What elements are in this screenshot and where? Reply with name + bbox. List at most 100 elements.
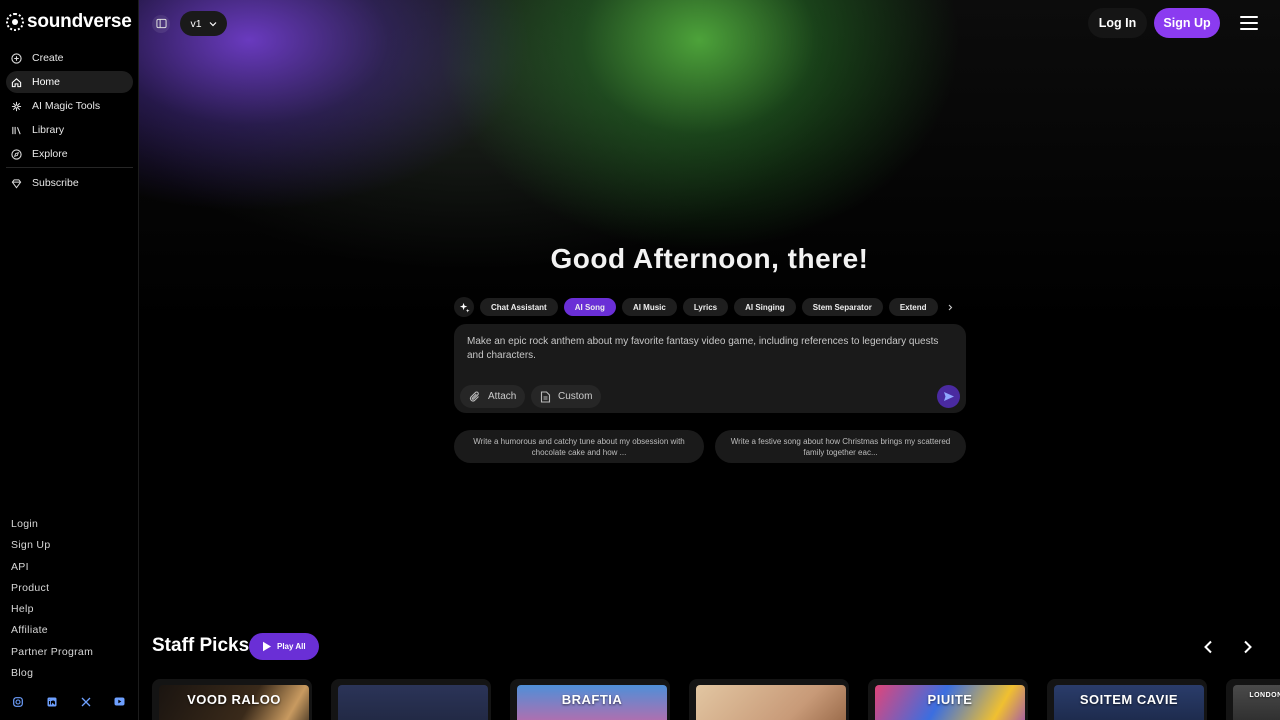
version-label: v1 <box>190 17 202 30</box>
document-icon <box>540 390 551 403</box>
youtube-icon[interactable] <box>114 696 125 707</box>
footer-link-affiliate[interactable]: Affiliate <box>11 623 93 644</box>
footer-link-product[interactable]: Product <box>11 581 93 602</box>
social-links <box>12 696 125 707</box>
staff-picks-carousel: VOOD RALOO BRAFTIA PIUITE SOITEM CAVIE L… <box>152 679 1280 720</box>
play-icon <box>263 641 271 652</box>
chevron-down-icon <box>209 21 216 26</box>
chevron-right-icon <box>948 304 953 310</box>
play-all-label: Play All <box>277 642 306 651</box>
sidebar-item-label: Create <box>32 52 64 64</box>
topbar-right: Log In Sign Up <box>1088 8 1266 38</box>
footer-link-signup[interactable]: Sign Up <box>11 538 93 559</box>
suggestion-card-2[interactable]: Write a festive song about how Christmas… <box>715 430 966 463</box>
staff-pick-card[interactable]: PIUITE <box>868 679 1028 720</box>
footer-link-blog[interactable]: Blog <box>11 666 93 687</box>
staff-pick-card[interactable]: SOITEM CAVIE <box>1047 679 1207 720</box>
prompt-input[interactable]: Make an epic rock anthem about my favori… <box>467 335 952 362</box>
sparkle-icon <box>10 100 22 112</box>
card-title: PIUITE <box>927 692 973 707</box>
staff-pick-card[interactable]: LONDON <box>1226 679 1280 720</box>
sidebar-toggle-icon <box>155 18 167 29</box>
paperclip-icon <box>469 391 479 402</box>
sidebar-item-explore[interactable]: Explore <box>6 143 133 165</box>
toggle-sidebar-button[interactable] <box>152 14 170 33</box>
chip-ai-singing[interactable]: AI Singing <box>734 298 796 316</box>
topbar-left: v1 <box>152 11 227 36</box>
staff-pick-card[interactable] <box>331 679 491 720</box>
staff-pick-card[interactable] <box>689 679 849 720</box>
sidebar-item-library[interactable]: Library <box>6 119 133 141</box>
carousel-next-button[interactable] <box>1237 636 1259 658</box>
sidebar-item-label: Home <box>32 76 61 88</box>
attach-button[interactable]: Attach <box>460 385 526 408</box>
diamond-icon <box>10 177 22 189</box>
soundverse-logo-icon <box>6 13 24 31</box>
play-all-button[interactable]: Play All <box>249 633 319 660</box>
hamburger-menu-icon[interactable] <box>1240 10 1266 36</box>
chevron-right-icon <box>1244 640 1252 654</box>
card-title: SOITEM CAVIE <box>1079 692 1179 707</box>
brand-logo[interactable]: soundverse <box>6 11 132 33</box>
tool-chip-bar: Chat Assistant AI Song AI Music Lyrics A… <box>454 297 966 317</box>
chip-lyrics[interactable]: Lyrics <box>682 298 729 316</box>
card-artwork: PIUITE <box>875 685 1025 720</box>
x-icon[interactable] <box>80 696 91 707</box>
main-content: v1 Log In Sign Up Good Afternoon, there!… <box>139 0 1280 720</box>
instagram-icon[interactable] <box>12 696 23 707</box>
card-artwork: VOOD RALOO <box>159 685 309 720</box>
staff-pick-card[interactable]: VOOD RALOO <box>152 679 312 720</box>
version-dropdown[interactable]: v1 <box>180 11 227 36</box>
sidebar-item-label: Subscribe <box>32 177 79 189</box>
card-title: LONDON <box>1249 692 1280 699</box>
staff-pick-card[interactable]: BRAFTIA <box>510 679 670 720</box>
sidebar-item-subscribe[interactable]: Subscribe <box>6 172 133 194</box>
login-button[interactable]: Log In <box>1088 8 1147 38</box>
chip-stem-separator[interactable]: Stem Separator <box>801 298 883 316</box>
card-artwork <box>338 685 488 720</box>
home-icon <box>10 76 22 88</box>
card-artwork <box>696 685 846 720</box>
sidebar-footer-links: Login Sign Up API Product Help Affiliate… <box>11 517 93 687</box>
chip-extend[interactable]: Extend <box>888 298 938 316</box>
attach-label: Attach <box>488 391 517 402</box>
sidebar-item-label: AI Magic Tools <box>32 100 101 112</box>
suggestion-card-1[interactable]: Write a humorous and catchy tune about m… <box>454 430 704 463</box>
chip-ai-music[interactable]: AI Music <box>621 298 677 316</box>
card-artwork: SOITEM CAVIE <box>1054 685 1204 720</box>
compass-icon <box>10 148 22 160</box>
chip-ai-song[interactable]: AI Song <box>563 298 616 316</box>
sidebar: soundverse Create Home AI Magic Tools Li… <box>0 0 139 720</box>
footer-link-login[interactable]: Login <box>11 517 93 538</box>
sidebar-divider <box>6 167 133 168</box>
footer-link-partner-program[interactable]: Partner Program <box>11 645 93 666</box>
card-artwork: BRAFTIA <box>517 685 667 720</box>
carousel-prev-button[interactable] <box>1197 636 1219 658</box>
card-title: VOOD RALOO <box>187 692 281 707</box>
send-icon <box>943 392 954 401</box>
chevron-left-icon <box>1204 640 1212 654</box>
send-button[interactable] <box>937 385 960 408</box>
prompt-box: Make an epic rock anthem about my favori… <box>454 324 966 413</box>
sidebar-item-create[interactable]: Create <box>6 47 133 69</box>
library-icon <box>10 124 22 136</box>
custom-label: Custom <box>558 391 593 402</box>
footer-link-help[interactable]: Help <box>11 602 93 623</box>
chip-chat-assistant[interactable]: Chat Assistant <box>480 298 558 316</box>
footer-link-api[interactable]: API <box>11 560 93 581</box>
card-artwork: LONDON <box>1233 685 1280 720</box>
sparkle-icon <box>459 302 470 313</box>
staff-picks-title: Staff Picks <box>152 635 250 656</box>
plus-circle-icon <box>10 52 22 64</box>
magic-sparkle-button[interactable] <box>454 297 474 317</box>
signup-button[interactable]: Sign Up <box>1154 8 1220 38</box>
page-title: Good Afternoon, there! <box>550 243 869 274</box>
sidebar-item-ai-magic-tools[interactable]: AI Magic Tools <box>6 95 133 117</box>
custom-button[interactable]: Custom <box>531 385 602 408</box>
sidebar-nav: Create Home AI Magic Tools Library Explo… <box>6 47 133 196</box>
brand-name: soundverse <box>27 11 132 32</box>
sidebar-item-label: Library <box>32 124 65 136</box>
linkedin-icon[interactable] <box>46 696 57 707</box>
chip-scroll-right-button[interactable] <box>944 298 958 316</box>
sidebar-item-home[interactable]: Home <box>6 71 133 93</box>
